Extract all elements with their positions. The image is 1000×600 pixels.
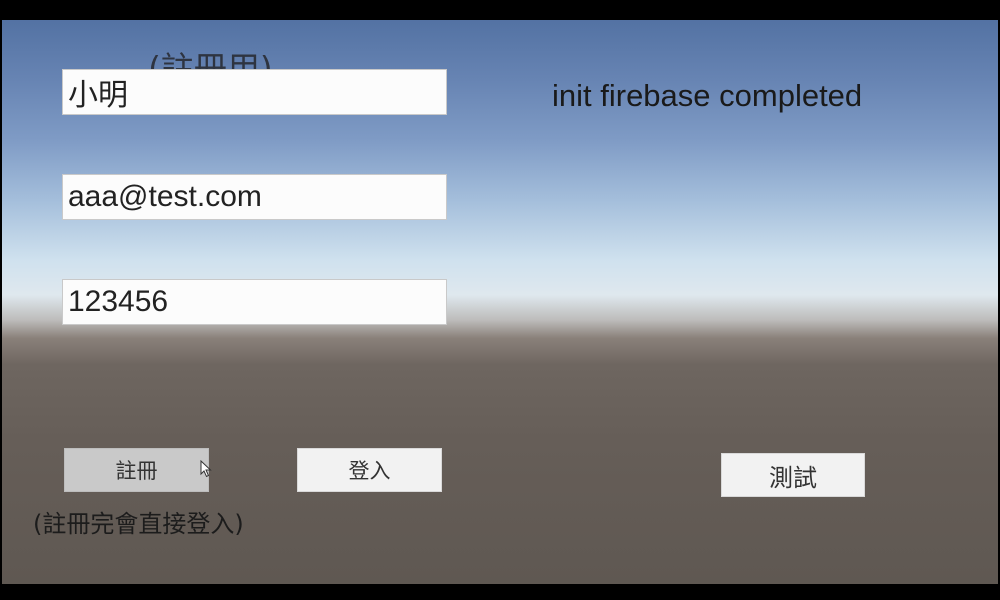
- game-viewport: (註冊用) init firebase completed 註冊 登入 測試 (…: [2, 20, 998, 584]
- register-button-label: 註冊: [115, 459, 158, 483]
- register-button[interactable]: 註冊: [64, 448, 209, 492]
- password-field[interactable]: [62, 279, 447, 325]
- test-button[interactable]: 測試: [721, 453, 865, 497]
- password-input[interactable]: [68, 285, 446, 319]
- mouse-pointer-icon: [200, 460, 212, 478]
- name-field[interactable]: [62, 69, 447, 115]
- login-button[interactable]: 登入: [297, 448, 442, 492]
- app-window-frame: (註冊用) init firebase completed 註冊 登入 測試 (…: [0, 0, 1000, 600]
- status-text: init firebase completed: [552, 78, 863, 113]
- test-button-label: 測試: [769, 463, 817, 492]
- register-note: (註冊完會直接登入): [33, 510, 244, 538]
- login-button-label: 登入: [348, 459, 391, 483]
- email-field[interactable]: [62, 174, 447, 220]
- name-input[interactable]: [68, 75, 446, 109]
- top-ghost-text: [490, 28, 705, 40]
- email-input[interactable]: [68, 180, 446, 214]
